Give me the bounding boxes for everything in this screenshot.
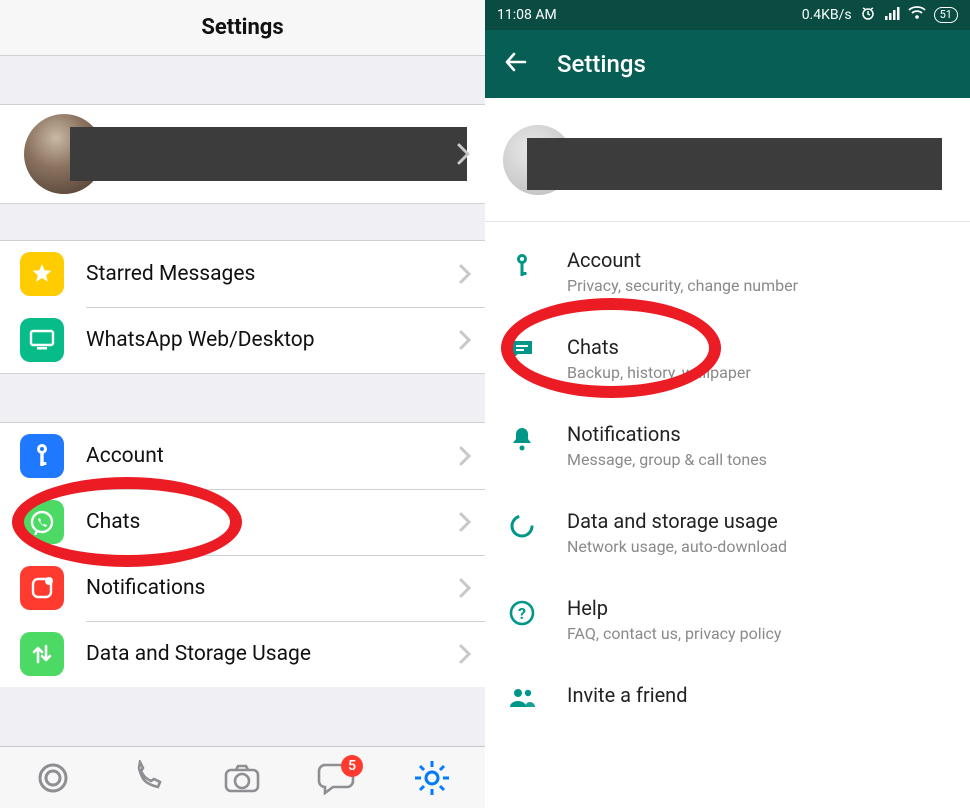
redacted-name (70, 127, 467, 181)
row-subtitle: FAQ, contact us, privacy policy (567, 624, 781, 643)
row-chats[interactable]: Chats (0, 489, 485, 555)
row-data-storage[interactable]: Data and Storage Usage (0, 621, 485, 687)
row-label: Account (86, 444, 459, 468)
row-subtitle: Backup, history, wallpaper (567, 363, 751, 382)
page-title: Settings (557, 50, 646, 78)
row-account[interactable]: Account (0, 423, 485, 489)
section-general: Starred Messages WhatsApp Web/Desktop (0, 240, 485, 374)
row-data-storage[interactable]: Data and storage usage Network usage, au… (485, 489, 970, 576)
chevron-right-icon (457, 143, 471, 165)
chevron-right-icon (459, 330, 471, 350)
people-icon (507, 687, 537, 707)
row-label: Chats (86, 510, 459, 534)
row-label: Starred Messages (86, 262, 459, 286)
data-usage-icon (507, 513, 537, 539)
row-subtitle: Network usage, auto-download (567, 537, 787, 556)
settings-list: Account Privacy, security, change number… (485, 222, 970, 737)
svg-text:?: ? (518, 604, 526, 623)
chevron-right-icon (459, 264, 471, 284)
tab-bar: 5 (0, 746, 485, 808)
status-time: 11:08 AM (497, 7, 557, 23)
status-bar: 11:08 AM 0.4KB/s 51 (485, 0, 970, 30)
chevron-right-icon (459, 578, 471, 598)
chats-badge: 5 (341, 755, 363, 777)
row-label: WhatsApp Web/Desktop (86, 328, 459, 352)
status-speed: 0.4KB/s (802, 7, 852, 23)
row-title: Chats (567, 335, 751, 359)
section-preferences: Account Chats Notifications Data and Sto… (0, 422, 485, 687)
row-title: Account (567, 248, 798, 272)
notification-icon (20, 566, 64, 610)
back-button[interactable] (503, 49, 529, 79)
tab-status[interactable] (25, 760, 81, 796)
data-arrows-icon (20, 632, 64, 676)
row-notifications[interactable]: Notifications Message, group & call tone… (485, 402, 970, 489)
redacted-name (527, 138, 942, 190)
wifi-icon (908, 6, 926, 24)
star-icon (20, 252, 64, 296)
whatsapp-icon (20, 500, 64, 544)
row-title: Data and storage usage (567, 509, 787, 533)
tab-settings[interactable] (404, 759, 460, 797)
row-subtitle: Privacy, security, change number (567, 276, 798, 295)
key-icon (20, 434, 64, 478)
chevron-right-icon (459, 644, 471, 664)
desktop-icon (20, 318, 64, 362)
profile-row[interactable] (485, 98, 970, 222)
row-title: Invite a friend (567, 683, 688, 707)
row-title: Notifications (567, 422, 767, 446)
android-settings-screen: 11:08 AM 0.4KB/s 51 Settings Account Pri… (485, 0, 970, 808)
alarm-icon (860, 5, 876, 25)
battery-indicator: 51 (934, 7, 958, 23)
chevron-right-icon (459, 446, 471, 466)
chat-icon (507, 339, 537, 361)
row-subtitle: Message, group & call tones (567, 450, 767, 469)
profile-row[interactable] (0, 104, 485, 204)
app-bar: Settings (485, 30, 970, 98)
bell-icon (507, 426, 537, 452)
row-title: Help (567, 596, 781, 620)
row-help[interactable]: ? Help FAQ, contact us, privacy policy (485, 576, 970, 663)
ios-settings-screen: Settings Starred Messages WhatsApp Web/D… (0, 0, 485, 808)
tab-chats[interactable]: 5 (309, 761, 365, 795)
chevron-right-icon (459, 512, 471, 532)
tab-camera[interactable] (214, 762, 270, 794)
row-chats[interactable]: Chats Backup, history, wallpaper (485, 315, 970, 402)
row-account[interactable]: Account Privacy, security, change number (485, 228, 970, 315)
tab-calls[interactable] (120, 760, 176, 796)
ios-header: Settings (0, 0, 485, 56)
page-title: Settings (201, 15, 283, 40)
help-icon: ? (507, 600, 537, 626)
row-label: Notifications (86, 576, 459, 600)
row-notifications[interactable]: Notifications (0, 555, 485, 621)
row-label: Data and Storage Usage (86, 642, 459, 666)
key-icon (507, 252, 537, 280)
signal-icon (884, 6, 900, 24)
row-invite-friend[interactable]: Invite a friend (485, 663, 970, 731)
row-whatsapp-web[interactable]: WhatsApp Web/Desktop (0, 307, 485, 373)
row-starred-messages[interactable]: Starred Messages (0, 241, 485, 307)
